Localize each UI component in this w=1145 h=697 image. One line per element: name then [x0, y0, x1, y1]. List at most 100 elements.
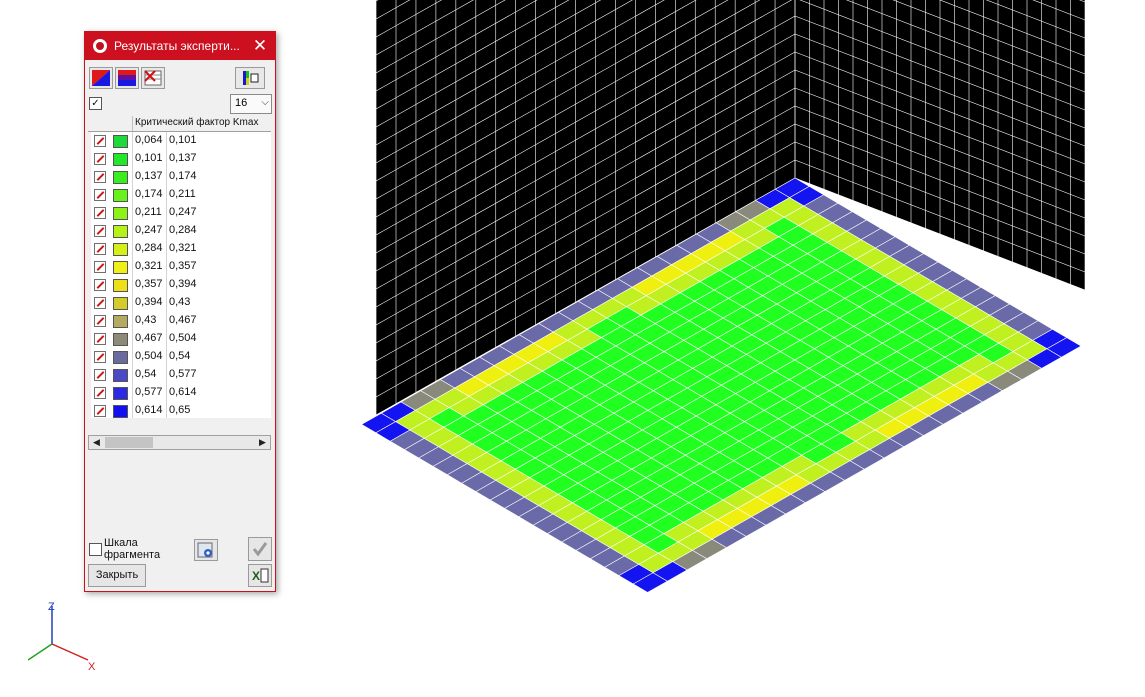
range-from: 0,211	[135, 206, 162, 218]
scale-row[interactable]: 0,504 0,54	[88, 348, 271, 367]
edit-color-icon[interactable]	[94, 315, 106, 327]
color-swatch[interactable]	[113, 315, 128, 328]
edit-color-icon[interactable]	[94, 279, 106, 291]
scale-row[interactable]: 0,284 0,321	[88, 240, 271, 259]
edit-color-icon[interactable]	[94, 189, 106, 201]
range-to: 0,101	[169, 134, 197, 146]
scroll-thumb[interactable]	[105, 437, 153, 448]
range-to: 0,394	[169, 278, 197, 290]
range-to: 0,174	[169, 170, 197, 182]
edit-color-icon[interactable]	[94, 333, 106, 345]
edit-color-icon[interactable]	[94, 135, 106, 147]
scale-row[interactable]: 0,174 0,211	[88, 186, 271, 205]
range-to: 0,54	[169, 350, 191, 362]
range-from: 0,174	[135, 188, 163, 200]
scale-row[interactable]: 0,101 0,137	[88, 150, 271, 169]
range-from: 0,284	[135, 242, 163, 254]
color-swatch[interactable]	[113, 261, 128, 274]
horizontal-scrollbar[interactable]: ◀ ▶	[88, 435, 271, 450]
edit-color-icon[interactable]	[94, 261, 106, 273]
range-to: 0,284	[169, 224, 197, 236]
edit-color-icon[interactable]	[94, 297, 106, 309]
range-from: 0,064	[135, 134, 163, 146]
fragment-scale-label: Шкала фрагмента	[104, 537, 161, 561]
scroll-left-icon[interactable]: ◀	[90, 436, 103, 449]
range-from: 0,321	[135, 260, 163, 272]
edit-color-icon[interactable]	[94, 243, 106, 255]
table-delete-button[interactable]	[141, 67, 165, 89]
color-swatch[interactable]	[113, 333, 128, 346]
color-swatch[interactable]	[113, 171, 128, 184]
scale-row[interactable]: 0,137 0,174	[88, 168, 271, 187]
range-to: 0,137	[169, 152, 197, 164]
table-header: Критический фактор Kmax	[88, 116, 271, 132]
scroll-right-icon[interactable]: ▶	[256, 436, 269, 449]
color-swatch[interactable]	[113, 405, 128, 418]
color-swatch[interactable]	[113, 387, 128, 400]
color-swatch[interactable]	[113, 225, 128, 238]
scale-row[interactable]: 0,211 0,247	[88, 204, 271, 223]
palette-button[interactable]	[235, 67, 265, 89]
close-icon[interactable]: ✕	[249, 35, 271, 57]
app-icon	[93, 39, 107, 53]
range-from: 0,137	[135, 170, 163, 182]
color-swatch[interactable]	[113, 153, 128, 166]
color-swatch[interactable]	[113, 207, 128, 220]
scale-table[interactable]: Критический фактор Kmax 0,064 0,101 0,101 0…	[88, 116, 271, 418]
chevron-down-icon: ⌵	[261, 97, 269, 108]
scale-row[interactable]: 0,247 0,284	[88, 222, 271, 241]
scale-row[interactable]: 0,394 0,43	[88, 294, 271, 313]
edit-color-icon[interactable]	[94, 405, 106, 417]
edit-color-icon[interactable]	[94, 225, 106, 237]
color-swatch[interactable]	[113, 189, 128, 202]
gradient-fill-button[interactable]	[89, 67, 113, 89]
level-count-select[interactable]: 16 ⌵	[230, 94, 272, 114]
scale-row[interactable]: 0,467 0,504	[88, 330, 271, 349]
range-to: 0,504	[169, 332, 197, 344]
scale-row[interactable]: 0,43 0,467	[88, 312, 271, 331]
scale-row[interactable]: 0,614 0,65	[88, 402, 271, 418]
range-from: 0,467	[135, 332, 163, 344]
range-from: 0,504	[135, 350, 163, 362]
edit-color-icon[interactable]	[94, 153, 106, 165]
color-swatch[interactable]	[113, 351, 128, 364]
dialog-titlebar[interactable]: Результаты эксперти... ✕	[85, 32, 275, 60]
scale-row[interactable]: 0,54 0,577	[88, 366, 271, 385]
range-from: 0,614	[135, 404, 163, 416]
scale-row[interactable]: 0,357 0,394	[88, 276, 271, 295]
range-to: 0,321	[169, 242, 197, 254]
stepped-fill-button[interactable]	[115, 67, 139, 89]
range-to: 0,467	[169, 314, 197, 326]
color-swatch[interactable]	[113, 297, 128, 310]
fragment-scale-checkbox[interactable]	[89, 543, 102, 556]
color-swatch[interactable]	[113, 243, 128, 256]
range-from: 0,247	[135, 224, 163, 236]
fragment-settings-button[interactable]	[194, 539, 218, 561]
palette-icon	[243, 71, 259, 85]
color-swatch[interactable]	[113, 279, 128, 292]
stepped-fill-icon	[118, 70, 136, 86]
range-from: 0,577	[135, 386, 163, 398]
edit-color-icon[interactable]	[94, 351, 106, 363]
results-dialog: Результаты эксперти... ✕ ✓ 16 ⌵ Критичес…	[84, 31, 276, 592]
edit-color-icon[interactable]	[94, 207, 106, 219]
close-button[interactable]: Закрыть	[88, 564, 146, 587]
export-button[interactable]: X	[248, 564, 272, 587]
range-to: 0,357	[169, 260, 197, 272]
color-swatch[interactable]	[113, 369, 128, 382]
column-header-kmax: Критический фактор Kmax	[135, 117, 259, 128]
range-from: 0,43	[135, 314, 157, 326]
range-from: 0,394	[135, 296, 163, 308]
edit-color-icon[interactable]	[94, 369, 106, 381]
edit-color-icon[interactable]	[94, 387, 106, 399]
show-all-checkbox[interactable]: ✓	[89, 97, 102, 110]
scale-row[interactable]: 0,577 0,614	[88, 384, 271, 403]
edit-color-icon[interactable]	[94, 171, 106, 183]
export-table-icon: X	[252, 568, 269, 583]
scale-row[interactable]: 0,321 0,357	[88, 258, 271, 277]
apply-button[interactable]	[248, 537, 272, 561]
color-swatch[interactable]	[113, 135, 128, 148]
checkmark-icon	[252, 542, 268, 557]
scale-row[interactable]: 0,064 0,101	[88, 132, 271, 151]
axis-triad: Z X Y	[28, 601, 96, 673]
